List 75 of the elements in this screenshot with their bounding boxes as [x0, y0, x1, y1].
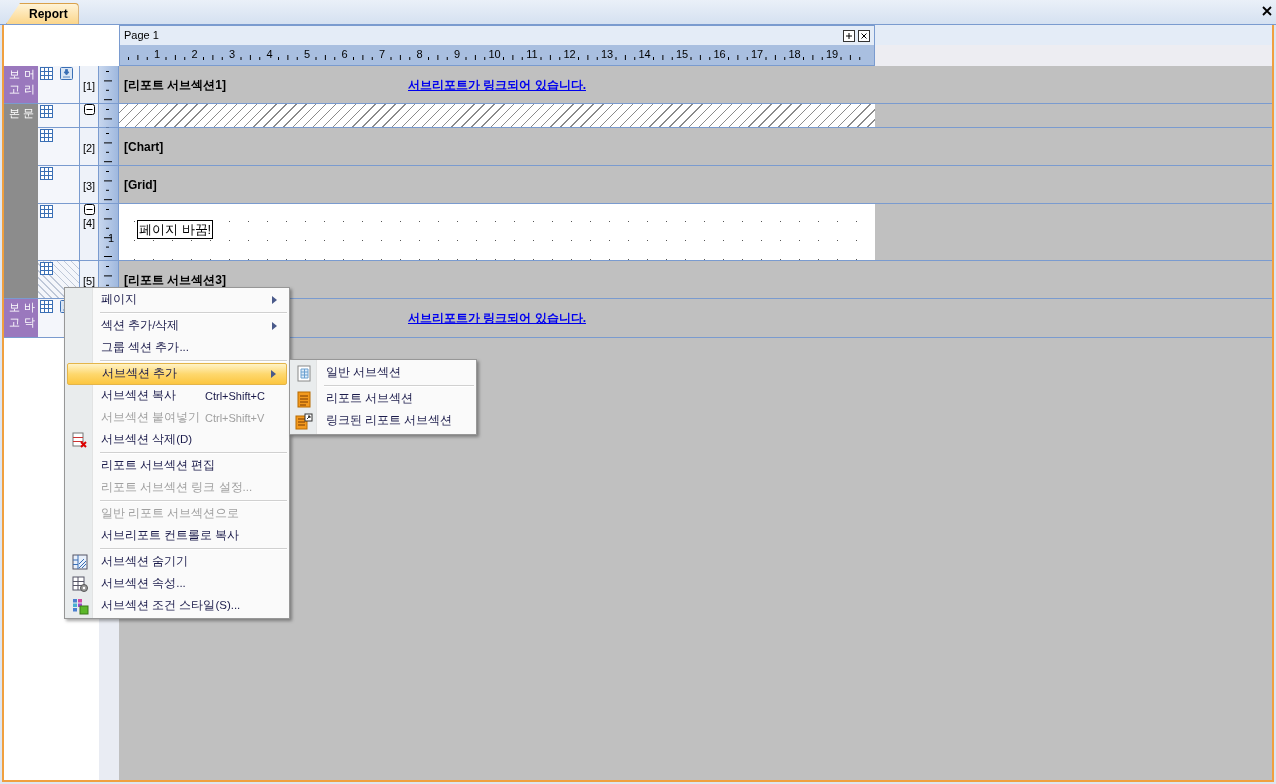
document-icon — [296, 390, 311, 408]
ruler-number: 14 — [638, 48, 651, 60]
grid-icon[interactable] — [40, 300, 53, 313]
delete-grid-icon — [72, 432, 88, 448]
ruler-number: 15 — [675, 48, 689, 60]
row-number: [5] — [82, 275, 96, 287]
menu-item[interactable]: 서브섹션 조건 스타일(S)... — [67, 595, 287, 617]
report-section[interactable]: [리포트 서브섹션1] 서브리포트가 링크되어 있습니다. — [119, 66, 875, 103]
band-label-text: 바닥 — [24, 300, 35, 330]
ruler-number: 1 — [153, 48, 161, 60]
grid-icon[interactable] — [40, 205, 53, 218]
hatched-grid-icon — [72, 554, 88, 570]
ruler-number: 19 — [825, 48, 839, 60]
menu-item[interactable]: 서브섹션 속성... — [67, 573, 287, 595]
ruler-number: 11 — [526, 48, 538, 60]
row-number: [4] — [82, 217, 96, 229]
hatched-section[interactable] — [119, 104, 875, 127]
collapse-icon[interactable] — [83, 104, 95, 115]
menu-item[interactable]: 일반 서브섹션 — [290, 362, 476, 384]
grid-icon[interactable] — [40, 67, 53, 80]
document-grid-icon — [296, 364, 311, 382]
ruler-number: 16 — [713, 48, 726, 60]
close-icon[interactable] — [858, 29, 870, 42]
page-title: Page 1 — [124, 28, 159, 44]
download-icon[interactable] — [60, 67, 73, 80]
plus-icon[interactable] — [843, 29, 855, 42]
ruler-number: 8 — [416, 48, 423, 60]
subreport-link[interactable]: 서브리포트가 링크되어 있습니다. — [408, 75, 586, 94]
ruler-number: 9 — [453, 48, 461, 60]
band-label-text: 본 문 — [8, 106, 36, 121]
subreport-link[interactable]: 서브리포트가 링크되어 있습니다. — [408, 309, 586, 327]
report-section[interactable]: [Grid] — [119, 166, 875, 203]
ruler-number: 12 — [563, 48, 576, 60]
band-label-text: 보고 — [9, 67, 20, 97]
menu-item[interactable]: 리포트 서브섹션 — [290, 388, 476, 410]
colored-grid-icon — [71, 597, 89, 615]
ruler-number: 18 — [788, 48, 801, 60]
grid-icon[interactable] — [40, 129, 53, 142]
menu-item[interactable]: 서브섹션 삭제(D) — [67, 429, 287, 451]
report-section[interactable]: [Chart] — [119, 128, 875, 165]
grid-gear-icon — [71, 575, 89, 593]
band-label-text: 머리 — [24, 67, 35, 97]
menu-item[interactable]: 서브섹션 추가 — [67, 363, 287, 385]
menu-item[interactable]: 서브섹션 복사 Ctrl+Shift+C — [67, 385, 287, 407]
linked-document-icon — [294, 412, 313, 430]
menu-item[interactable]: 링크된 리포트 서브섹션 — [290, 410, 476, 432]
grid-icon[interactable] — [40, 262, 53, 275]
menu-item[interactable]: 서브리포트 컨트롤로 복사 — [67, 525, 287, 547]
ruler-number: 5 — [303, 48, 311, 60]
grid-icon[interactable] — [40, 167, 53, 180]
grid-icon[interactable] — [40, 105, 53, 118]
section-title: [리포트 서브섹션1] — [124, 76, 226, 94]
band-label-text: 보고 — [9, 300, 20, 330]
ruler-number: 17 — [750, 48, 764, 60]
ruler-number: 7 — [378, 48, 386, 60]
close-icon[interactable] — [1262, 6, 1272, 16]
ruler-number: 4 — [266, 48, 273, 60]
collapse-icon[interactable] — [83, 204, 95, 215]
menu-item[interactable]: 서브섹션 숨기기 — [67, 551, 287, 573]
page-break-label: 페이지 바꿈! — [137, 220, 214, 239]
section-title: [Chart] — [124, 138, 164, 156]
ruler-number: 2 — [191, 48, 198, 60]
ruler-number: 6 — [341, 48, 348, 60]
section-title: [리포트 서브섹션3] — [124, 271, 226, 289]
section-title: [Grid] — [124, 176, 157, 194]
ruler-number: 3 — [228, 48, 236, 60]
ruler-number: 10 — [488, 48, 501, 60]
row-number: [1] — [82, 80, 96, 92]
ruler-number: 13 — [600, 48, 614, 60]
menu-item[interactable]: 리포트 서브섹션 편집 — [67, 455, 287, 477]
row-number: [3] — [82, 180, 96, 192]
report-tab[interactable]: Report — [6, 3, 79, 24]
ruler-number: 1 — [108, 232, 115, 244]
menu-item[interactable]: 그룹 섹션 추가... — [67, 337, 287, 359]
row-number: [2] — [82, 142, 96, 154]
